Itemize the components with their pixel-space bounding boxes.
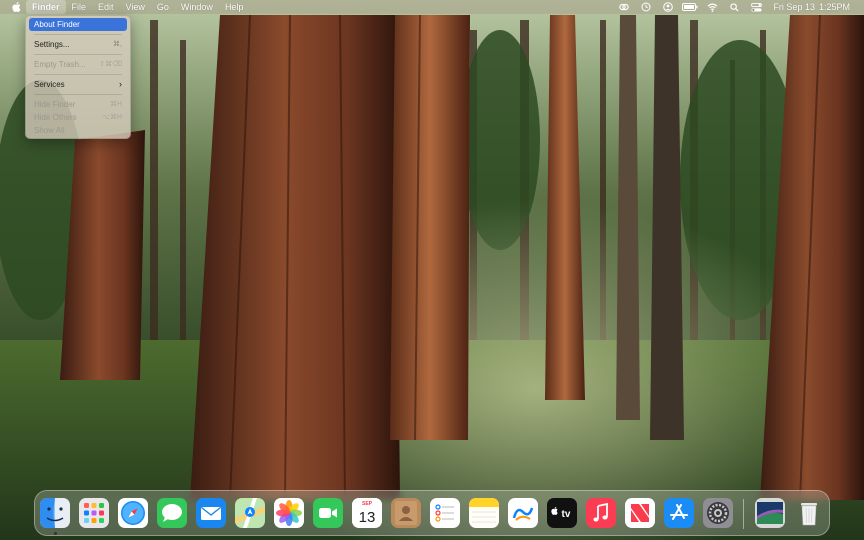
dock-launchpad-icon[interactable] (79, 498, 109, 528)
menu-item-label: Empty Trash... (34, 60, 86, 69)
dock-notes-icon[interactable] (469, 498, 499, 528)
control-center-icon[interactable] (745, 0, 767, 14)
dock-trash-icon[interactable] (794, 498, 824, 528)
dock-reminders-icon[interactable] (430, 498, 460, 528)
menu-window[interactable]: Window (175, 0, 219, 14)
user-account-icon[interactable] (657, 0, 679, 14)
tv-label: tv (562, 509, 571, 520)
menu-item-label: Settings... (34, 40, 70, 49)
dock-app-store-icon[interactable] (664, 498, 694, 528)
menu-separator (34, 54, 122, 55)
running-indicator (53, 532, 57, 535)
menu-item-about-finder[interactable]: About Finder (29, 18, 127, 31)
menu-item-label: Hide Others (34, 113, 77, 122)
dock-photos-icon[interactable] (274, 498, 304, 528)
creative-cloud-icon[interactable] (613, 0, 635, 14)
clock-time: 1:25PM (818, 2, 850, 12)
menu-item-show-all[interactable]: Show All (29, 124, 127, 137)
menu-file[interactable]: File (66, 0, 93, 14)
dock-tv-icon[interactable]: tv (547, 498, 577, 528)
menu-bar: Finder File Edit View Go Window Help Fri (0, 0, 864, 14)
chevron-right-icon: › (119, 79, 122, 89)
spotlight-search-icon[interactable] (723, 0, 745, 14)
dock-divider (743, 499, 744, 529)
menu-go[interactable]: Go (151, 0, 175, 14)
dock: SEP 13 tv (34, 490, 830, 536)
menu-item-shortcut: ⌘H (109, 101, 122, 108)
calendar-day: 13 (359, 509, 376, 526)
menu-item-shortcut: ⇧⌘⌫ (99, 61, 122, 68)
menu-view[interactable]: View (120, 0, 151, 14)
menu-item-label: Services (34, 80, 65, 89)
finder-menu-dropdown: About Finder Settings... ⌘, Empty Trash.… (25, 15, 131, 139)
dock-finder-icon[interactable] (40, 498, 70, 528)
menu-finder[interactable]: Finder (26, 0, 66, 14)
dock-freeform-icon[interactable] (508, 498, 538, 528)
apple-menu-icon[interactable] (6, 0, 26, 14)
dock-contacts-icon[interactable] (391, 498, 421, 528)
battery-icon[interactable] (679, 0, 701, 14)
menu-item-label: Show All (34, 126, 65, 135)
menu-item-label: Hide Finder (34, 100, 76, 109)
menu-separator (34, 94, 122, 95)
dock-maps-icon[interactable] (235, 498, 265, 528)
clock-date: Fri Sep 13 (773, 2, 815, 12)
menu-item-label: About Finder (34, 20, 80, 29)
menu-edit[interactable]: Edit (92, 0, 120, 14)
menu-item-empty-trash[interactable]: Empty Trash... ⇧⌘⌫ (29, 58, 127, 71)
menu-separator (34, 34, 122, 35)
dock-mail-icon[interactable] (196, 498, 226, 528)
menu-help[interactable]: Help (219, 0, 250, 14)
dock-calendar-icon[interactable]: SEP 13 (352, 498, 382, 528)
menu-item-services[interactable]: Services › (29, 78, 127, 91)
menu-separator (34, 74, 122, 75)
menu-item-shortcut: ⌘, (113, 41, 122, 48)
dock-safari-icon[interactable] (118, 498, 148, 528)
menu-bar-clock[interactable]: Fri Sep 13 1:25PM (773, 2, 854, 12)
dock-music-icon[interactable] (586, 498, 616, 528)
menu-item-hide-finder[interactable]: Hide Finder ⌘H (29, 98, 127, 111)
dock-system-settings-icon[interactable] (703, 498, 733, 528)
menu-item-hide-others[interactable]: Hide Others ⌥⌘H (29, 111, 127, 124)
time-machine-icon[interactable] (635, 0, 657, 14)
dock-news-icon[interactable] (625, 498, 655, 528)
dock-messages-icon[interactable] (157, 498, 187, 528)
menu-item-shortcut: ⌥⌘H (101, 114, 122, 121)
dock-facetime-icon[interactable] (313, 498, 343, 528)
menu-item-settings[interactable]: Settings... ⌘, (29, 38, 127, 51)
calendar-month: SEP (362, 501, 373, 507)
dock-downloads-stack-icon[interactable] (755, 498, 785, 528)
wifi-icon[interactable] (701, 0, 723, 14)
